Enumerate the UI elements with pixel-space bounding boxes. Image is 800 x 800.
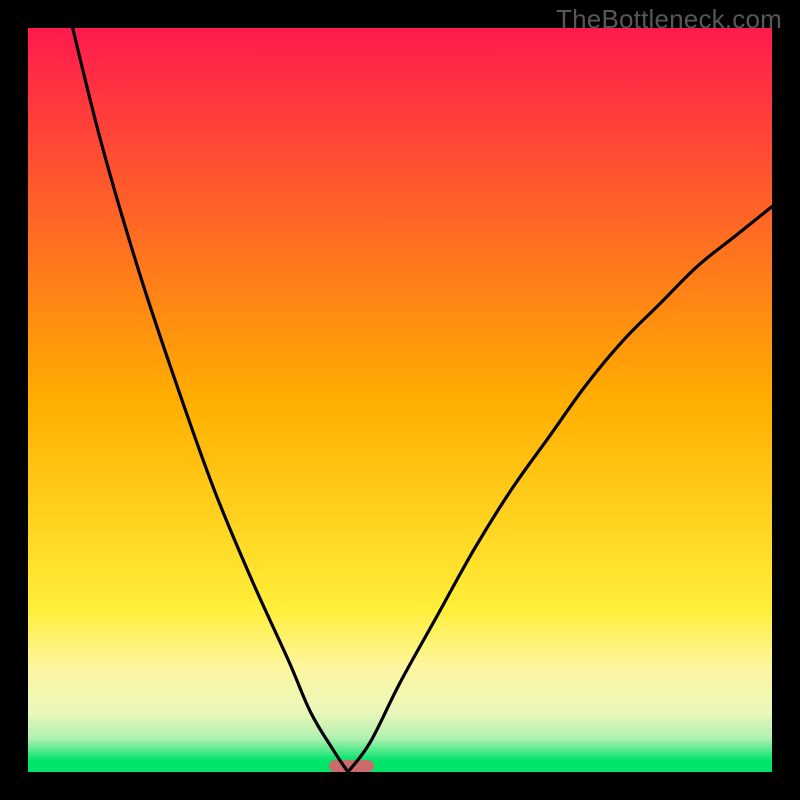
bottleneck-curves [28, 28, 772, 772]
watermark-text: TheBottleneck.com [556, 4, 782, 35]
chart-frame: TheBottleneck.com [0, 0, 800, 800]
left-curve [73, 28, 348, 772]
right-curve [348, 207, 772, 772]
plot-area [28, 28, 772, 772]
